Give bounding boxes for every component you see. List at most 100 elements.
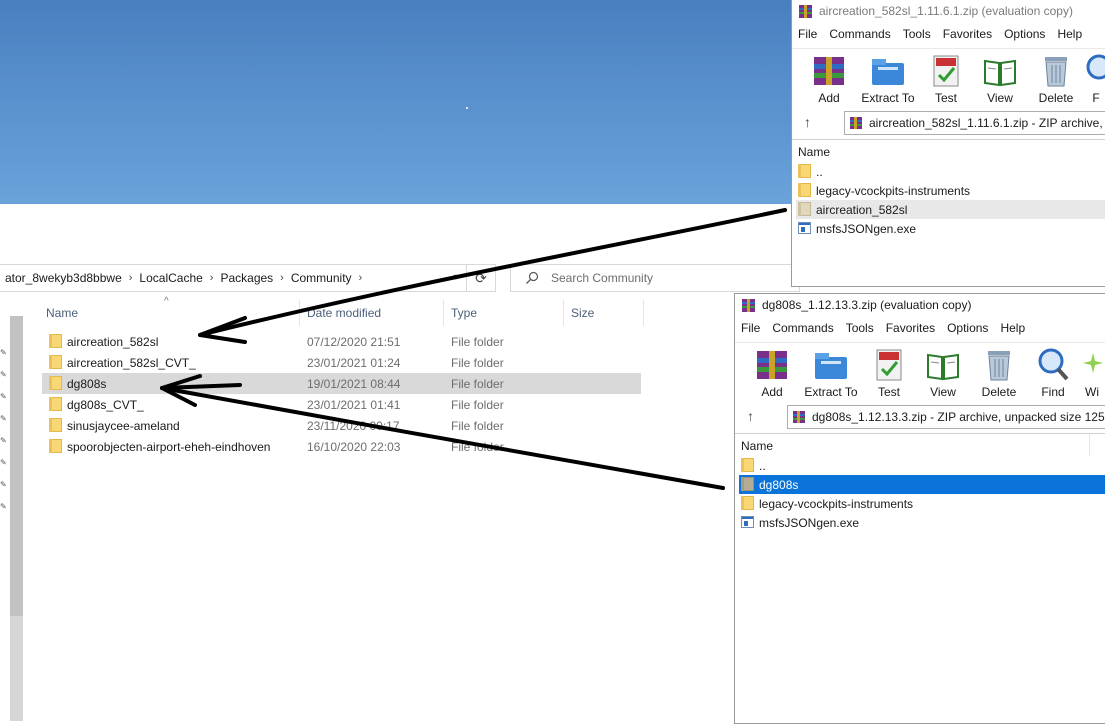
window-title: aircreation_582sl_1.11.6.1.zip (evaluati… <box>819 4 1073 18</box>
column-divider[interactable] <box>443 300 444 326</box>
archive-item[interactable]: legacy-vcockpits-instruments <box>739 494 1105 513</box>
column-divider[interactable] <box>1089 434 1090 456</box>
column-divider[interactable] <box>643 300 644 326</box>
delete-button[interactable]: Delete <box>1029 51 1083 105</box>
archive-item[interactable]: .. <box>796 162 1105 181</box>
menu-tools[interactable]: Tools <box>840 321 880 335</box>
column-header-date[interactable]: Date modified <box>307 306 381 320</box>
column-header-type[interactable]: Type <box>451 306 477 320</box>
file-row-selected[interactable]: dg808s 19/01/2021 08:44 File folder <box>42 373 641 394</box>
file-row[interactable]: spoorobjecten-airport-eheh-eindhoven 16/… <box>42 436 641 457</box>
archive-icon <box>849 116 863 130</box>
path-bar: ↑ aircreation_582sl_1.11.6.1.zip - ZIP a… <box>792 110 1105 136</box>
extract-to-button[interactable]: Extract To <box>798 345 864 399</box>
menu-file[interactable]: File <box>792 27 823 41</box>
up-arrow-icon[interactable]: ↑ <box>747 408 754 424</box>
search-input[interactable] <box>549 270 773 286</box>
add-button[interactable]: Add <box>802 51 856 105</box>
add-icon <box>754 347 790 383</box>
refresh-icon[interactable]: ⟳ <box>466 265 495 291</box>
delete-icon <box>981 347 1017 383</box>
file-name: sinusjaycee-ameland <box>67 419 180 433</box>
archive-item-label: msfsJSONgen.exe <box>759 516 860 530</box>
test-button[interactable]: Test <box>919 51 973 105</box>
menu-commands[interactable]: Commands <box>766 321 839 335</box>
find-button[interactable]: F <box>1081 51 1105 105</box>
add-button[interactable]: Add <box>745 345 799 399</box>
column-headers: ^ Name Date modified Type Size <box>40 296 650 326</box>
test-icon <box>871 347 907 383</box>
chevron-down-icon[interactable]: ▾ <box>449 271 463 285</box>
delete-icon <box>1038 53 1074 89</box>
pin-icon: ✎ <box>0 414 7 423</box>
exe-file-icon <box>741 515 755 529</box>
desktop-speck <box>466 107 468 109</box>
title-bar[interactable]: aircreation_582sl_1.11.6.1.zip (evaluati… <box>792 0 1105 22</box>
menu-tools[interactable]: Tools <box>897 27 937 41</box>
file-name: dg808s <box>67 377 107 391</box>
archive-path-text: dg808s_1.12.13.3.zip - ZIP archive, unpa… <box>812 410 1105 424</box>
breadcrumb-separator-icon: › <box>358 272 363 284</box>
column-divider[interactable] <box>299 300 300 326</box>
extract-to-button[interactable]: Extract To <box>855 51 921 105</box>
archive-path-field[interactable]: dg808s_1.12.13.3.zip - ZIP archive, unpa… <box>787 405 1105 429</box>
nav-scrollbar-thumb[interactable] <box>10 316 23 616</box>
view-button[interactable]: View <box>916 345 970 399</box>
view-button[interactable]: View <box>973 51 1027 105</box>
folder-icon <box>798 202 812 216</box>
menu-help[interactable]: Help <box>994 321 1031 335</box>
archive-item[interactable]: msfsJSONgen.exe <box>796 219 1105 238</box>
breadcrumb-item[interactable]: Packages <box>215 271 278 285</box>
file-name: dg808s_CVT_ <box>67 398 144 412</box>
file-type: File folder <box>451 356 504 370</box>
breadcrumb-item[interactable]: ator_8wekyb3d8bbwe <box>0 271 127 285</box>
menu-file[interactable]: File <box>735 321 766 335</box>
search-box[interactable] <box>510 264 800 292</box>
sort-ascending-icon: ^ <box>164 296 169 307</box>
file-type: File folder <box>451 398 504 412</box>
menu-help[interactable]: Help <box>1051 27 1088 41</box>
menu-options[interactable]: Options <box>941 321 994 335</box>
menu-favorites[interactable]: Favorites <box>880 321 941 335</box>
file-date: 23/01/2021 01:24 <box>307 356 401 370</box>
archive-item-highlighted[interactable]: aircreation_582sl <box>796 200 1105 219</box>
wizard-button[interactable]: Wi <box>1079 345 1105 399</box>
column-header-name[interactable]: Name <box>46 306 78 320</box>
wizard-icon <box>1079 347 1105 383</box>
archive-item-label: legacy-vcockpits-instruments <box>759 497 914 511</box>
menu-options[interactable]: Options <box>998 27 1051 41</box>
breadcrumb-item[interactable]: Community <box>286 271 357 285</box>
archive-path-field[interactable]: aircreation_582sl_1.11.6.1.zip - ZIP arc… <box>844 111 1105 135</box>
archive-item-selected[interactable]: dg808s <box>739 475 1105 494</box>
file-name: aircreation_582sl <box>67 335 159 349</box>
menu-commands[interactable]: Commands <box>823 27 896 41</box>
file-type: File folder <box>451 335 504 349</box>
archive-item[interactable]: .. <box>739 456 1105 475</box>
file-row[interactable]: aircreation_582sl_CVT_ 23/01/2021 01:24 … <box>42 352 641 373</box>
test-icon <box>928 53 964 89</box>
column-header-name[interactable]: Name <box>798 145 830 159</box>
file-row[interactable]: dg808s_CVT_ 23/01/2021 01:41 File folder <box>42 394 641 415</box>
archive-item[interactable]: legacy-vcockpits-instruments <box>796 181 1105 200</box>
test-button[interactable]: Test <box>862 345 916 399</box>
archive-item[interactable]: msfsJSONgen.exe <box>739 513 1105 532</box>
menu-favorites[interactable]: Favorites <box>937 27 998 41</box>
find-button[interactable]: Find <box>1026 345 1080 399</box>
file-row[interactable]: aircreation_582sl 07/12/2020 21:51 File … <box>42 331 641 352</box>
extract-to-icon <box>813 347 849 383</box>
delete-button[interactable]: Delete <box>972 345 1026 399</box>
up-arrow-icon[interactable]: ↑ <box>804 114 811 130</box>
column-divider[interactable] <box>563 300 564 326</box>
address-bar[interactable]: ator_8wekyb3d8bbwe › LocalCache › Packag… <box>0 264 496 292</box>
column-header-name[interactable]: Name <box>741 439 773 453</box>
column-header-size[interactable]: Size <box>571 306 594 320</box>
title-bar[interactable]: dg808s_1.12.13.3.zip (evaluation copy) <box>735 294 1105 316</box>
file-name: aircreation_582sl_CVT_ <box>67 356 196 370</box>
view-label: View <box>987 91 1013 105</box>
breadcrumb-item[interactable]: LocalCache <box>134 271 207 285</box>
find-icon <box>1081 53 1105 89</box>
breadcrumb-separator-icon: › <box>209 272 214 284</box>
file-row[interactable]: sinusjaycee-ameland 23/11/2020 00:17 Fil… <box>42 415 641 436</box>
archive-item-label: aircreation_582sl <box>816 203 908 217</box>
pin-icon: ✎ <box>0 392 7 401</box>
